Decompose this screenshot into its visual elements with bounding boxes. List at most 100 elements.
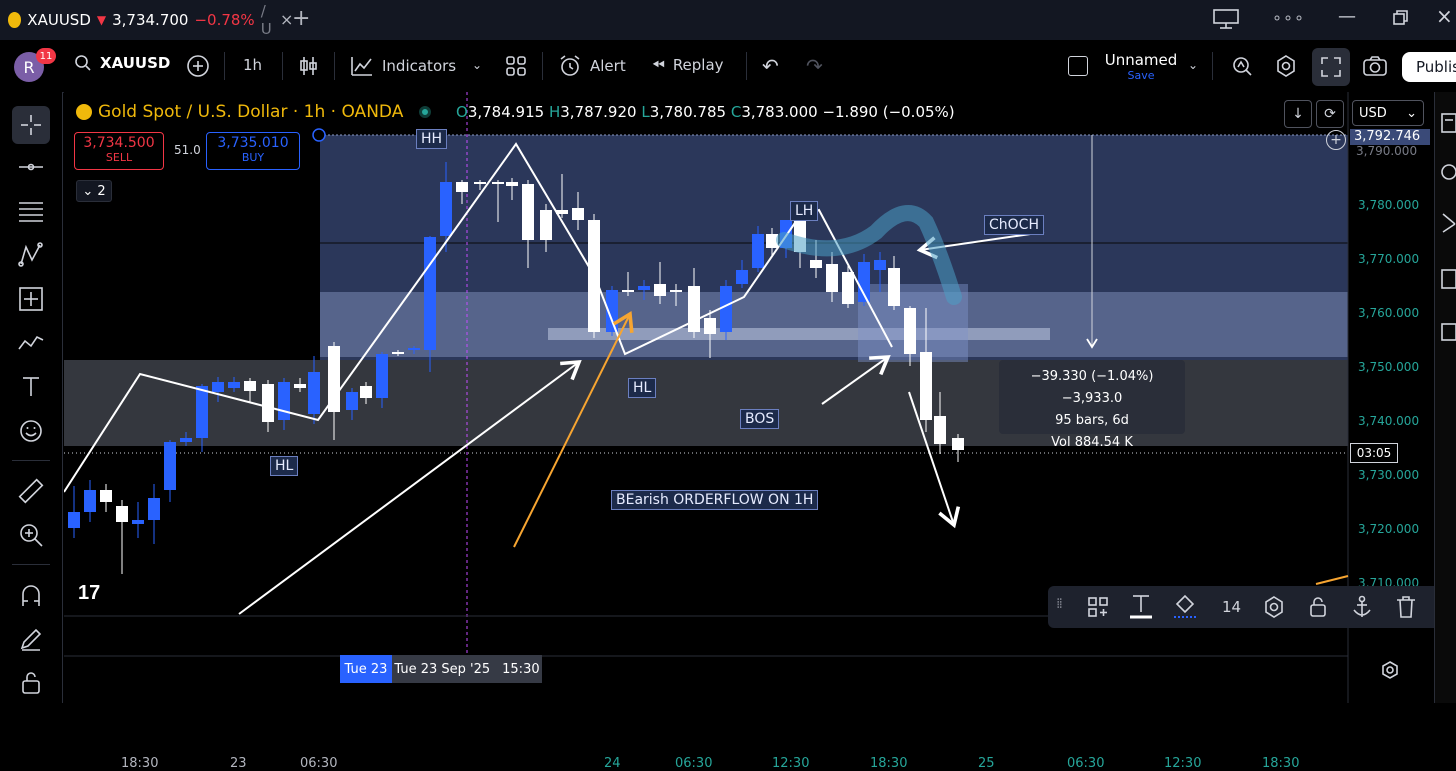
prediction-tool[interactable]	[16, 284, 46, 314]
alerts-clock-icon[interactable]	[1441, 162, 1456, 186]
notification-badge: 11	[36, 48, 56, 64]
top-toolbar: R 11 XAUUSD 1h Indicators ⌄ Alert ⏪︎ Rep…	[0, 40, 1456, 93]
candle-body	[278, 382, 290, 420]
settings-icon[interactable]	[1262, 595, 1286, 623]
candle-body	[670, 290, 682, 292]
hl-label-mid[interactable]: HL	[628, 378, 657, 398]
zoom-tool[interactable]	[16, 520, 46, 550]
calendar-icon[interactable]	[1441, 320, 1456, 346]
fvg-box[interactable]	[548, 328, 1050, 340]
redo-icon[interactable]: ↷	[806, 54, 823, 78]
hotlist-icon[interactable]	[1441, 268, 1456, 294]
legend-title[interactable]: Gold Spot / U.S. Dollar · 1h · OANDA	[98, 102, 403, 122]
layout-name-label: Unnamed	[1104, 51, 1178, 69]
time-axis-settings-icon[interactable]	[1380, 660, 1400, 684]
toolbar-separator	[282, 52, 283, 80]
settings-gear-icon[interactable]	[1274, 54, 1298, 82]
layouts-grid-icon[interactable]	[504, 54, 528, 82]
drag-handle-icon[interactable]: ⁞⁞	[1056, 596, 1063, 612]
hh-label[interactable]: HH	[416, 129, 448, 149]
supply-zone-inner[interactable]	[320, 292, 1348, 357]
currency-select[interactable]: USD ⌄	[1352, 100, 1424, 126]
publish-button[interactable]: Publis	[1402, 52, 1456, 82]
layout-checkbox-icon[interactable]	[1068, 56, 1088, 76]
drawing-mode-tool[interactable]	[16, 624, 46, 654]
candle-body	[920, 352, 932, 420]
sell-label: SELL	[105, 151, 133, 164]
open-label: O	[456, 103, 468, 121]
add-price-alert-button[interactable]: +	[1326, 130, 1346, 150]
undo-icon[interactable]: ↶	[762, 54, 779, 78]
candle-body	[346, 392, 358, 410]
indicators-collapse-toggle[interactable]: ⌄ 2	[76, 180, 112, 202]
time-label: 06:30	[675, 756, 713, 771]
pattern-tool[interactable]	[16, 240, 46, 270]
fullscreen-button[interactable]	[1312, 48, 1350, 86]
emoji-tool[interactable]	[16, 416, 46, 446]
orderflow-label[interactable]: BEarish ORDERFLOW ON 1H	[611, 490, 819, 510]
down-triangle-icon: ▼	[96, 13, 107, 27]
layout-name[interactable]: Unnamed Save	[1104, 51, 1178, 82]
candle-body	[148, 498, 160, 520]
data-window-icon[interactable]	[1441, 212, 1456, 238]
new-tab-icon[interactable]: +	[292, 6, 310, 31]
close-window-icon[interactable]: ×	[1436, 4, 1453, 28]
candle-body	[68, 512, 80, 528]
buy-button[interactable]: 3,735.010 BUY	[206, 132, 300, 170]
layout-chevron-icon[interactable]: ⌄	[1188, 58, 1198, 72]
alert-label: Alert	[590, 57, 626, 75]
monitor-icon[interactable]	[1212, 8, 1240, 34]
watchlist-icon[interactable]	[1441, 112, 1456, 138]
active-tab[interactable]: XAUUSD ▼ 3,734.700 −0.78% / U	[8, 2, 278, 38]
time-label: 06:30	[1067, 756, 1105, 771]
candle-body	[904, 308, 916, 354]
camera-icon[interactable]	[1362, 54, 1388, 82]
anchor-icon[interactable]	[1350, 594, 1374, 624]
crosshair-tool[interactable]	[12, 106, 50, 144]
font-size-value[interactable]: 14	[1222, 598, 1241, 616]
trend-line-tool[interactable]	[16, 152, 46, 182]
publish-label: Publis	[1416, 58, 1456, 76]
fill-bucket-icon[interactable]	[1172, 592, 1198, 626]
orange-trend-line[interactable]	[1315, 575, 1349, 585]
axis-anchor-dot[interactable]	[312, 128, 326, 142]
candle-body	[196, 386, 208, 438]
magnet-tool[interactable]	[16, 580, 46, 610]
chevron-down-icon[interactable]: ⌄	[472, 58, 482, 72]
sell-button[interactable]: 3,734.500 SELL	[74, 132, 164, 170]
bos-label[interactable]: BOS	[740, 409, 780, 429]
text-tool[interactable]	[16, 372, 46, 402]
ruler-tool[interactable]	[16, 476, 46, 506]
hl-label-left[interactable]: HL	[270, 456, 299, 476]
tab-price: 3,734.700	[112, 11, 189, 29]
lock-icon	[22, 672, 40, 694]
minimize-icon[interactable]: —	[1338, 6, 1356, 27]
auto-scale-button[interactable]: ⟳	[1316, 100, 1344, 128]
restore-icon[interactable]	[1392, 10, 1408, 30]
path-icon	[18, 335, 44, 350]
template-grid-icon[interactable]	[1086, 595, 1110, 623]
more-dots-icon[interactable]: ∘∘∘	[1272, 8, 1305, 27]
horizontal-line-icon	[19, 163, 43, 171]
high-label: H	[548, 103, 561, 121]
candle-body	[842, 272, 854, 304]
interval-button[interactable]: 1h	[243, 56, 262, 74]
replay-button[interactable]: ⏪︎ Replay	[652, 55, 724, 75]
lock-drawings-tool[interactable]	[16, 668, 46, 698]
alert-button[interactable]: Alert	[558, 54, 626, 78]
toolbar-separator	[1212, 52, 1213, 80]
fib-tool[interactable]	[16, 196, 46, 226]
trash-icon[interactable]	[1394, 594, 1418, 624]
compare-symbol-icon[interactable]	[186, 54, 210, 82]
text-color-icon[interactable]	[1128, 592, 1154, 626]
quick-search-icon[interactable]	[1230, 54, 1254, 82]
indicators-button[interactable]: Indicators	[350, 55, 456, 77]
time-label: 24	[604, 756, 621, 771]
brush-tool[interactable]	[16, 328, 46, 358]
scroll-to-end-button[interactable]: ↓	[1284, 100, 1312, 128]
candle-type-icon[interactable]	[296, 54, 320, 82]
symbol-search-button[interactable]: XAUUSD	[74, 54, 170, 72]
choch-label[interactable]: ChOCH	[984, 215, 1044, 235]
lock-icon[interactable]	[1306, 595, 1330, 623]
lh-label[interactable]: LH	[790, 201, 819, 221]
